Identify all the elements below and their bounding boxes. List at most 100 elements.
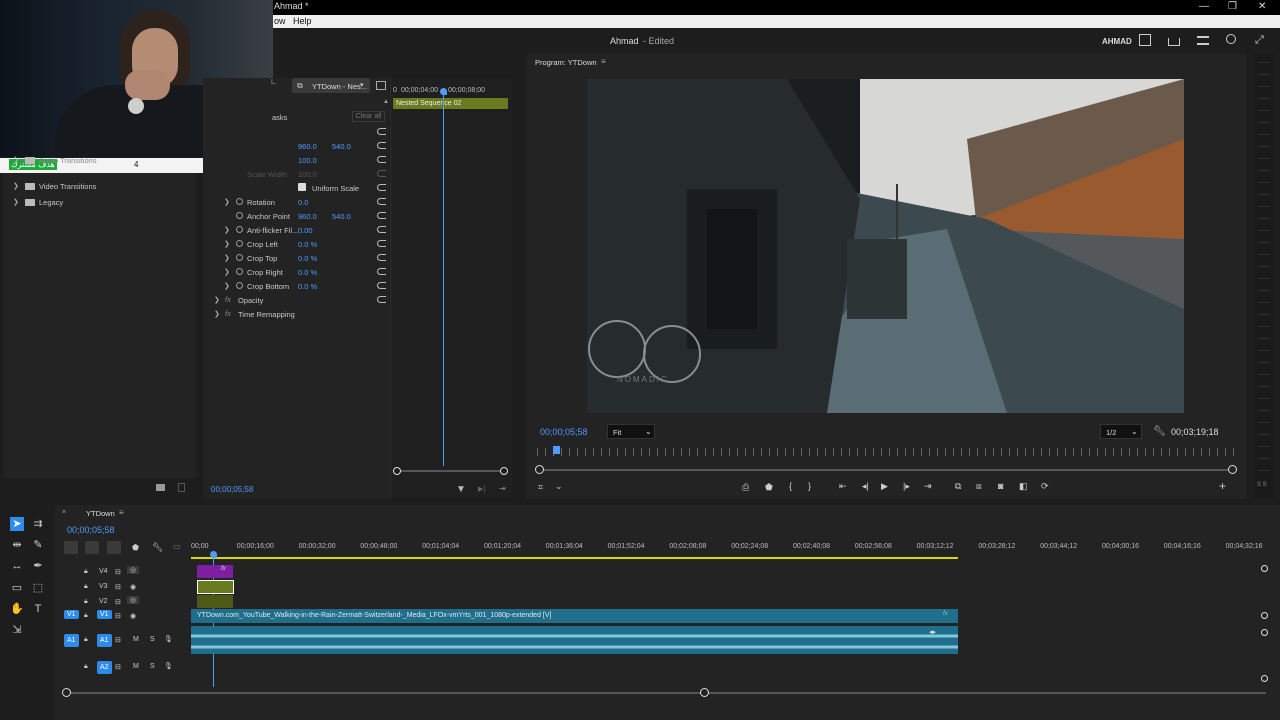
search-icon[interactable]	[1226, 34, 1236, 44]
lock-icon[interactable]: 🔒︎	[84, 598, 88, 606]
monitor-playhead[interactable]	[553, 446, 560, 454]
close-icon[interactable]: ✕	[1258, 1, 1266, 12]
scroll-handle-right[interactable]	[500, 467, 508, 475]
stopwatch-icon[interactable]	[236, 240, 243, 247]
stopwatch-icon[interactable]	[236, 198, 243, 205]
mute-button[interactable]: M	[133, 636, 139, 643]
sync-lock-icon[interactable]: ⊟	[115, 612, 121, 620]
lock-icon[interactable]: 🔒︎	[84, 568, 88, 576]
remix-tool-icon[interactable]: ⇲	[10, 623, 24, 637]
panel-menu-icon[interactable]	[376, 81, 386, 90]
reset-icon[interactable]	[377, 198, 386, 205]
quick-export-icon[interactable]	[1197, 36, 1209, 45]
effects-item-audio-transitions[interactable]: ❯ Audio Transitions	[3, 156, 196, 166]
effects-item-legacy[interactable]: ❯ Legacy	[3, 198, 196, 208]
playhead-handle[interactable]	[440, 88, 447, 95]
source-patch-a1[interactable]: A1	[64, 634, 79, 647]
ripple-edit-tool-icon[interactable]: ⇹	[10, 538, 24, 552]
crop-tool-icon[interactable]: ⬚	[31, 581, 45, 595]
step-back-icon[interactable]: ◂|	[862, 481, 869, 492]
zoom-scrollbar[interactable]	[397, 470, 507, 472]
scroll-handle-left[interactable]	[535, 465, 544, 474]
tab-prev-fragment[interactable]: L.	[271, 79, 281, 91]
camera-icon[interactable]: ◙	[998, 481, 1003, 491]
layout-icon[interactable]	[1139, 34, 1151, 46]
slip-tool-icon[interactable]: ↔	[10, 559, 24, 573]
pen-tool-icon[interactable]: ✒	[31, 559, 45, 573]
settings-wrench-icon[interactable]: 🔧︎	[152, 542, 163, 553]
chevron-right-icon[interactable]: ❯	[214, 310, 220, 318]
solo-button[interactable]: S	[150, 663, 155, 670]
timeline-playhead-handle[interactable]	[210, 551, 217, 558]
marker-icon[interactable]: ⬟	[132, 543, 139, 552]
chevron-right-icon[interactable]: ❯	[224, 226, 230, 234]
linked-selection-icon[interactable]	[107, 541, 121, 554]
sync-lock-icon[interactable]: ⊟	[115, 583, 121, 591]
reset-icon[interactable]	[377, 268, 386, 275]
fullscreen-icon[interactable]: ⤢	[1255, 34, 1267, 46]
go-to-in-icon[interactable]: ⇤	[839, 481, 847, 492]
sync-lock-icon[interactable]: ⊟	[115, 663, 121, 671]
stopwatch-icon[interactable]	[236, 254, 243, 261]
sync-lock-icon[interactable]: ⊟	[115, 568, 121, 576]
vscroll-handle[interactable]	[1261, 612, 1268, 619]
stopwatch-icon[interactable]	[236, 226, 243, 233]
overwrite-icon[interactable]: ⧈	[976, 481, 982, 492]
scale-value[interactable]: 100.0	[298, 156, 317, 165]
track-select-tool-icon[interactable]: ⇉	[31, 517, 45, 531]
mark-out-icon[interactable]: }	[808, 481, 811, 491]
effects-item-video-transitions[interactable]: ❯ Video Transitions	[3, 182, 196, 192]
trash-icon[interactable]	[178, 483, 185, 492]
wrench-icon[interactable]: 🔧︎	[1153, 426, 1166, 437]
mark-in-icon[interactable]: {	[789, 481, 792, 491]
stopwatch-icon[interactable]	[236, 282, 243, 289]
hand-tool-icon[interactable]: ✋	[10, 602, 24, 616]
reset-icon[interactable]	[377, 142, 386, 149]
lock-icon[interactable]: 🔒︎	[84, 612, 88, 620]
snap-icon[interactable]	[85, 541, 99, 554]
solo-button[interactable]: S	[150, 636, 155, 643]
panel-menu-icon[interactable]: ≡	[601, 57, 606, 66]
chevron-right-icon[interactable]: ❯	[224, 198, 230, 206]
menu-item-help[interactable]: Help	[293, 16, 312, 26]
clip-a1[interactable]: ◂▸	[191, 626, 958, 654]
lock-icon[interactable]: 🔒︎	[84, 663, 88, 671]
mute-button[interactable]: M	[133, 663, 139, 670]
eye-off-icon[interactable]: ◎	[127, 566, 140, 574]
microphone-icon[interactable]: 🎙︎	[164, 662, 173, 670]
timeline-zoom-bar[interactable]	[66, 692, 1266, 694]
menu-item-window[interactable]: ow	[274, 16, 286, 26]
go-to-out-icon[interactable]: ⇥	[924, 481, 932, 492]
chevron-right-icon[interactable]: ❯	[224, 254, 230, 262]
source-patch-v1[interactable]: V1	[64, 610, 79, 619]
clip-v3-nested[interactable]	[197, 580, 234, 594]
collapse-icon[interactable]: ▲	[383, 99, 389, 105]
chevron-down-icon[interactable]: ⌄	[555, 481, 563, 492]
track-target-a2[interactable]: A2	[97, 661, 112, 674]
reset-icon[interactable]	[377, 282, 386, 289]
restore-icon[interactable]: ❐	[1228, 1, 1237, 12]
vscroll-handle[interactable]	[1261, 629, 1268, 636]
reset-icon[interactable]	[377, 156, 386, 163]
timeline-timecode[interactable]: 00;00;05;58	[67, 525, 115, 535]
eye-icon[interactable]: ◉	[130, 583, 136, 591]
share-icon[interactable]	[1168, 38, 1180, 46]
reset-icon[interactable]	[377, 296, 386, 303]
clip-v4[interactable]: fx	[197, 565, 233, 578]
eye-off-icon[interactable]: ◎	[127, 596, 140, 604]
rectangle-tool-icon[interactable]: ▭	[10, 581, 24, 595]
safe-margins-icon[interactable]: ⌗	[538, 482, 543, 493]
captions-icon[interactable]: ▭	[173, 542, 181, 551]
track-target-v1[interactable]: V1	[97, 610, 112, 619]
panel-menu-icon[interactable]: ≡	[119, 508, 124, 517]
position-x-value[interactable]: 960.0	[298, 142, 317, 151]
vscroll-handle[interactable]	[1261, 565, 1268, 572]
vr-icon[interactable]: ⟳	[1041, 481, 1049, 492]
step-forward-icon[interactable]: |▸	[903, 481, 910, 492]
uniform-scale-checkbox[interactable]	[298, 183, 306, 191]
comparison-view-icon[interactable]: ◧	[1019, 481, 1028, 492]
microphone-icon[interactable]: 🎙︎	[164, 635, 173, 643]
program-timecode[interactable]: 00;00;05;58	[540, 427, 588, 437]
nest-toggle-icon[interactable]	[64, 541, 78, 554]
reset-icon[interactable]	[377, 254, 386, 261]
